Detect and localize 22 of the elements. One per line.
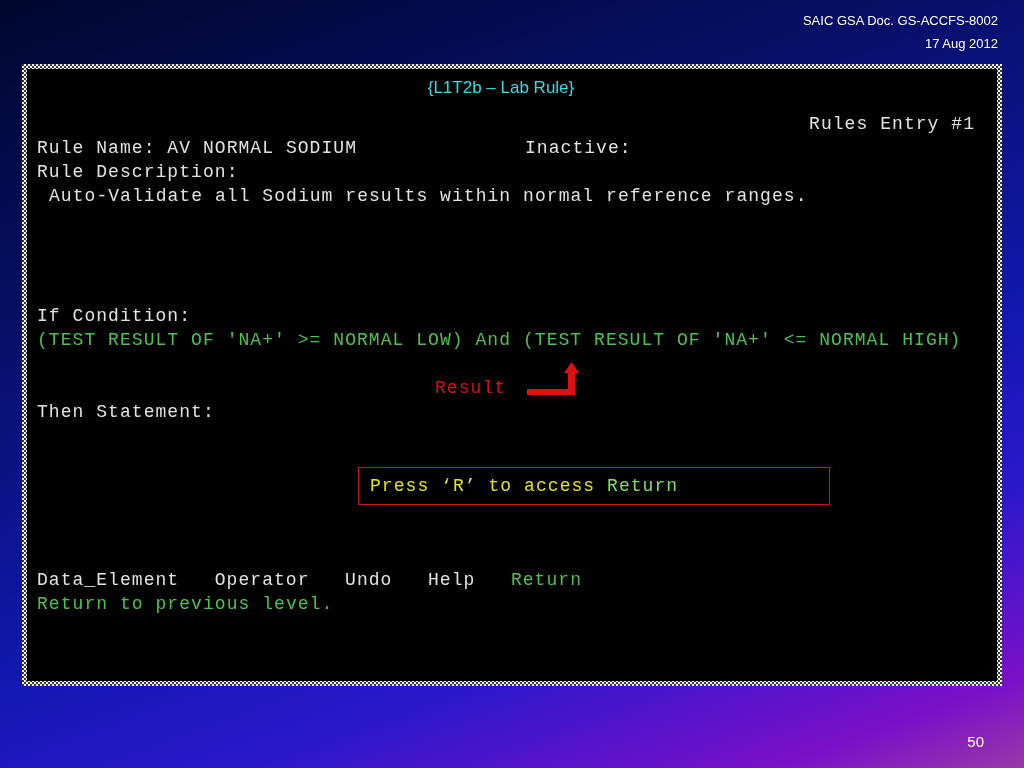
condition-expression: (TEST RESULT OF 'NA+' >= NORMAL LOW) And (TEST RESULT OF 'NA+' <= NORMAL HIGH) [37, 329, 962, 352]
bent-arrow-icon [527, 362, 579, 395]
page-number: 50 [967, 733, 984, 750]
description-label: Rule Description: [37, 161, 239, 184]
inactive-label: Inactive: [525, 137, 632, 160]
entry-number: Rules Entry #1 [809, 113, 975, 136]
callout-keyword: Return [607, 476, 679, 496]
condition-label: If Condition: [37, 305, 192, 328]
menu-item[interactable]: Help [428, 568, 476, 592]
callout-text: Press ‘R’ to access [370, 476, 596, 496]
document-date: 17 Aug 2012 [924, 35, 998, 53]
rule-description: Auto-Validate all Sodium results within normal reference ranges. [49, 185, 808, 208]
menu-item[interactable]: Undo [345, 568, 393, 592]
menu-item[interactable]: Data_Element [37, 568, 180, 592]
help-text: Return to previous level. [37, 593, 334, 616]
rule-name: Rule Name: AV NORMAL SODIUM [37, 137, 358, 160]
menu-item[interactable]: Operator [214, 568, 310, 592]
screen-title: {L1T2b – Lab Rule} [426, 77, 576, 99]
result-annotation: Result [435, 377, 507, 400]
document-reference: SAIC GSA Doc. GS-ACCFS-8002 [802, 12, 998, 30]
menu-item[interactable]: Return [510, 568, 583, 592]
statement-label: Then Statement: [37, 401, 215, 424]
